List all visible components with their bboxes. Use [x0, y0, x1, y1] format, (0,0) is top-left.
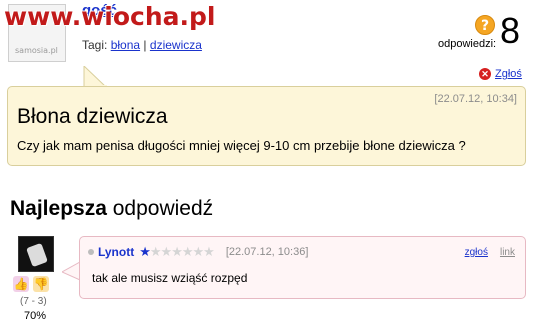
thumbs-up-icon[interactable]: 👍 — [13, 276, 29, 292]
vote-buttons: 👍 👎 — [13, 276, 49, 292]
answer-header: Lynott ★★★★★★★ [22.07.12, 10:36] — [88, 244, 308, 260]
report-answer-link[interactable]: zgłoś — [465, 247, 488, 258]
star-empty-icon: ★ — [160, 244, 173, 259]
watermark: www.wiocha.pl — [4, 2, 216, 31]
question-box: [22.07.12, 10:34] Błona dziewicza Czy ja… — [7, 86, 526, 166]
report-question[interactable]: ✕ Zgłoś — [479, 68, 522, 80]
answer-actions: zgłoś link — [465, 247, 515, 258]
star-empty-icon: ★ — [192, 244, 205, 259]
tag-link-blona[interactable]: błona — [111, 38, 140, 52]
best-answer-heading-rest: odpowiedź — [106, 197, 214, 220]
answer-author-avatar[interactable] — [18, 236, 54, 272]
question-icon: ? — [475, 15, 495, 35]
best-answer-box: Lynott ★★★★★★★ [22.07.12, 10:36] zgłoś l… — [79, 236, 526, 299]
report-question-link[interactable]: Zgłoś — [495, 68, 522, 80]
vote-percent: 70% — [24, 310, 47, 322]
vote-counts: (7 - 3) — [20, 296, 47, 307]
star-empty-icon: ★ — [171, 244, 183, 259]
tag-link-dziewicza[interactable]: dziewicza — [150, 38, 202, 52]
tags-row: Tagi: błona | dziewicza — [82, 38, 202, 52]
question-date: [22.07.12, 10:34] — [434, 93, 517, 105]
best-answer-heading: Najlepsza odpowiedź — [10, 197, 213, 221]
star-empty-icon: ★ — [181, 244, 194, 259]
avatar-site-label: samosia.pl — [15, 46, 58, 55]
star-empty-icon: ★ — [203, 244, 215, 259]
answer-date: [22.07.12, 10:36] — [225, 246, 309, 258]
tags-label: Tagi: — [82, 38, 108, 52]
answers-count: 8 — [500, 10, 521, 51]
rating-stars: ★★★★★★★ — [139, 244, 215, 260]
bullet-icon — [88, 249, 94, 255]
answer-permalink[interactable]: link — [500, 247, 515, 258]
question-title: Błona dziewicza — [17, 105, 168, 128]
answers-count-label: odpowiedzi: — [438, 38, 497, 50]
answer-author-link[interactable]: Lynott — [98, 245, 134, 259]
answer-body: tak ale musisz wziąść rozpęd — [92, 271, 248, 285]
star-empty-icon: ★ — [149, 244, 162, 259]
tags-separator: | — [143, 38, 147, 52]
question-body: Czy jak mam penisa długości mniej więcej… — [17, 138, 466, 153]
star-filled-icon: ★ — [139, 244, 151, 259]
thumbs-down-icon[interactable]: 👎 — [33, 276, 49, 292]
close-icon: ✕ — [479, 68, 491, 80]
best-answer-heading-bold: Najlepsza — [10, 197, 107, 220]
